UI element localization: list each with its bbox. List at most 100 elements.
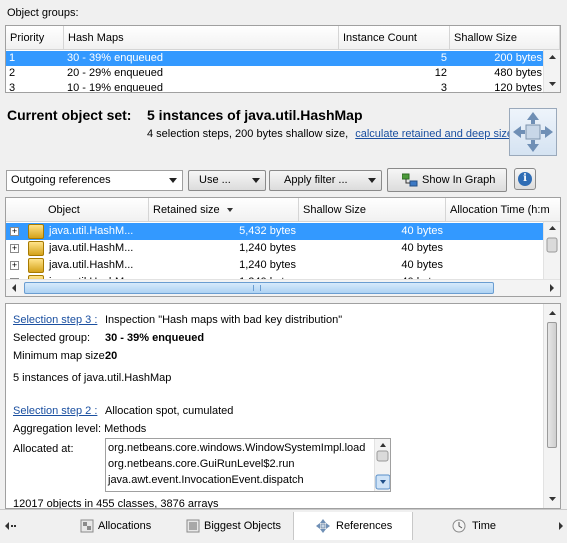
selection-step-3-text: Inspection "Hash maps with bad key distr…: [105, 314, 343, 326]
cell-hash-maps: 30 - 39% enqueued: [67, 52, 164, 64]
scroll-left-icon[interactable]: [6, 280, 22, 296]
cell-retained: 1,240 bytes: [239, 242, 296, 254]
use-button[interactable]: Use ...: [188, 170, 266, 191]
tab-biggest-objects-label: Biggest Objects: [204, 520, 282, 532]
list-item: org.netbeans.core.windows.WindowSystemIm…: [108, 442, 366, 454]
view-selector-dropdown[interactable]: Outgoing references: [6, 170, 183, 191]
summary-text: 4 selection steps, 200 bytes shallow siz…: [147, 128, 349, 140]
col-hash-maps[interactable]: Hash Maps: [64, 26, 339, 50]
details-scrollbar[interactable]: [543, 304, 560, 508]
tab-time[interactable]: Time: [445, 512, 535, 540]
tab-references[interactable]: References: [293, 512, 413, 540]
calculate-size-link[interactable]: calculate retained and deep size: [355, 128, 513, 140]
expand-icon[interactable]: +: [10, 261, 19, 270]
col-object[interactable]: Object: [6, 198, 149, 222]
object-groups-scrollbar[interactable]: [543, 50, 560, 92]
current-object-set-label: Current object set:: [7, 107, 132, 123]
scroll-right-icon[interactable]: [544, 280, 560, 296]
chevron-down-icon: [368, 178, 376, 183]
info-icon: i: [518, 172, 532, 186]
tab-biggest-objects[interactable]: Biggest Objects: [178, 512, 288, 540]
objects-horizontal-scrollbar[interactable]: [6, 279, 560, 296]
cell-retained: 1,240 bytes: [239, 259, 296, 271]
cell-hash-maps: 10 - 19% enqueued: [67, 82, 164, 93]
allocated-at-scrollbar[interactable]: [374, 439, 390, 491]
time-icon: [452, 519, 466, 533]
cell-priority: 1: [9, 52, 16, 64]
object-groups-label: Object groups:: [7, 7, 79, 19]
min-map-size-label: Minimum map size:: [13, 350, 108, 362]
object-groups-header: Priority Hash Maps Instance Count Shallo…: [6, 26, 560, 50]
scroll-up-icon: [549, 311, 556, 315]
graph-navigate-icon: [513, 112, 553, 152]
view-tabs: Allocations Biggest Objects References T…: [0, 509, 567, 543]
instances-text: 5 instances of java.util.HashMap: [13, 372, 172, 384]
selection-step-3-link[interactable]: Selection step 3 :: [13, 314, 97, 326]
current-object-set-summary: 4 selection steps, 200 bytes shallow siz…: [147, 128, 513, 140]
horizontal-scroll-thumb[interactable]: [24, 282, 494, 294]
tab-references-label: References: [336, 520, 393, 532]
expand-icon[interactable]: +: [10, 227, 19, 236]
table-row[interactable]: 3 10 - 19% enqueued 3 120 bytes: [6, 81, 545, 93]
selected-group-value: 30 - 39% enqueued: [105, 332, 205, 344]
scroll-down-icon: [549, 82, 556, 86]
object-groups-table[interactable]: Priority Hash Maps Instance Count Shallo…: [5, 25, 561, 93]
scroll-down-icon: [549, 497, 556, 501]
cell-priority: 3: [9, 82, 16, 93]
cell-object: java.util.HashM...: [49, 259, 134, 271]
scroll-up-icon: [549, 226, 556, 230]
col-shallow-size[interactable]: Shallow Size: [450, 26, 560, 50]
cell-shallow-size: 200 bytes: [494, 52, 542, 64]
expand-icon[interactable]: +: [10, 244, 19, 253]
show-in-graph-button[interactable]: Show In Graph: [387, 168, 507, 192]
view-selector-value: Outgoing references: [11, 174, 111, 186]
allocated-at-list[interactable]: org.netbeans.core.windows.WindowSystemIm…: [105, 438, 391, 492]
col-retained-size[interactable]: Retained size: [149, 198, 299, 222]
scroll-tabs-right-icon[interactable]: [555, 512, 567, 540]
tab-allocations-label: Allocations: [98, 520, 152, 532]
objects-table[interactable]: Object Retained size Shallow Size Alloca…: [5, 197, 561, 297]
table-row[interactable]: 1 30 - 39% enqueued 5 200 bytes: [6, 51, 545, 66]
col-allocation-time[interactable]: Allocation Time (h:m: [446, 198, 560, 222]
references-icon: [316, 519, 330, 533]
object-icon: [28, 241, 44, 256]
cell-hash-maps: 20 - 29% enqueued: [67, 67, 164, 79]
table-row[interactable]: + java.util.HashM... 5,432 bytes 40 byte…: [6, 223, 545, 240]
chevron-down-icon: [252, 178, 260, 183]
min-map-size-value: 20: [105, 350, 118, 362]
allocations-icon: [80, 519, 94, 533]
cell-retained: 5,432 bytes: [239, 225, 296, 237]
table-row[interactable]: 2 20 - 29% enqueued 12 480 bytes: [6, 66, 545, 81]
object-icon: [28, 224, 44, 239]
col-shallow-size[interactable]: Shallow Size: [299, 198, 446, 222]
col-instance-count[interactable]: Instance Count: [339, 26, 450, 50]
objects-header: Object Retained size Shallow Size Alloca…: [6, 198, 560, 222]
col-retained-size-label: Retained size: [153, 204, 220, 216]
selection-step-2-link[interactable]: Selection step 2 :: [13, 405, 97, 417]
scroll-tabs-left-icon[interactable]: [0, 512, 16, 540]
details-scroll-thumb[interactable]: [547, 322, 557, 448]
table-row[interactable]: + java.util.HashM... 1,240 bytes 40 byte…: [6, 257, 545, 274]
selection-details-panel[interactable]: Selection step 3 : Inspection "Hash maps…: [5, 303, 561, 509]
tab-allocations[interactable]: Allocations: [70, 512, 170, 540]
cell-instance-count: 3: [440, 82, 447, 93]
cell-shallow: 40 bytes: [401, 259, 443, 271]
selected-group-label: Selected group:: [13, 332, 91, 344]
info-button[interactable]: i: [514, 168, 536, 190]
col-priority[interactable]: Priority: [6, 26, 64, 50]
cell-instance-count: 5: [440, 52, 447, 64]
cell-shallow-size: 480 bytes: [494, 67, 542, 79]
cell-shallow: 40 bytes: [401, 225, 443, 237]
scroll-up-icon: [549, 55, 556, 59]
apply-filter-label: Apply filter ...: [284, 174, 348, 186]
scroll-thumb: [546, 237, 558, 253]
apply-filter-button[interactable]: Apply filter ...: [269, 170, 382, 191]
cell-shallow: 40 bytes: [401, 242, 443, 254]
show-graph-large-button[interactable]: [509, 108, 557, 156]
list-item: java.awt.event.InvocationEvent.dispatch: [108, 474, 304, 486]
objects-vertical-scrollbar[interactable]: [543, 222, 560, 280]
use-button-label: Use ...: [199, 174, 231, 186]
table-row[interactable]: + java.util.HashM... 1,240 bytes 40 byte…: [6, 240, 545, 257]
graph-icon: [402, 173, 418, 187]
tab-time-label: Time: [472, 520, 497, 532]
